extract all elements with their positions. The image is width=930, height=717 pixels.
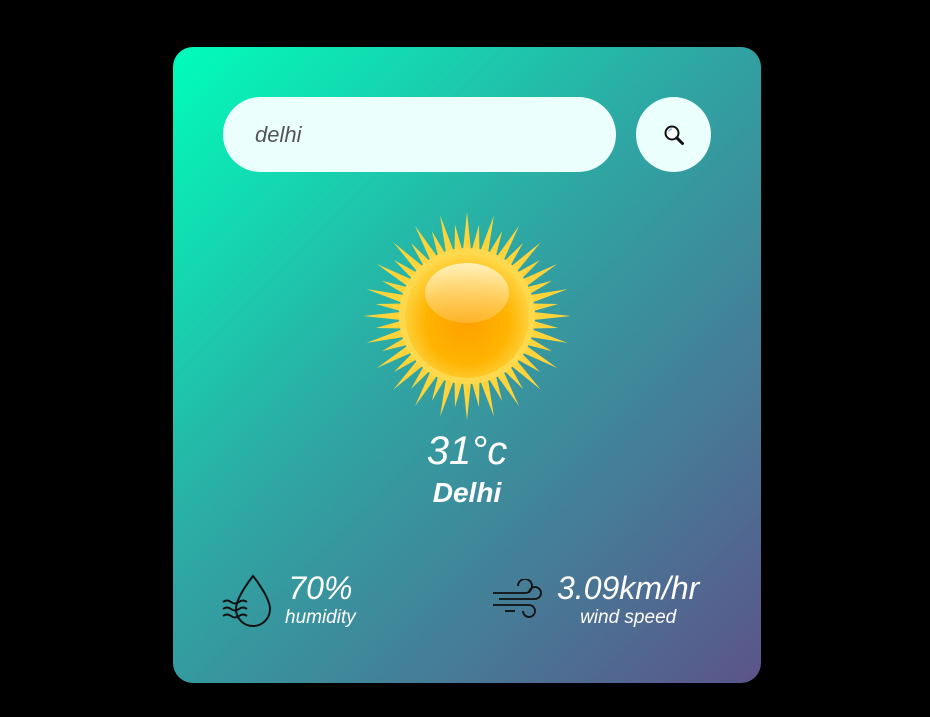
- wind-value: 3.09km/hr: [557, 570, 700, 606]
- humidity-value: 70%: [288, 570, 353, 606]
- humidity-icon: [222, 574, 272, 627]
- wind-detail: 3.09km/hr wind speed: [491, 569, 699, 629]
- temperature-value: 31°c: [426, 429, 508, 473]
- humidity-detail: 70% humidity: [221, 569, 356, 629]
- search-input[interactable]: [223, 97, 616, 172]
- sun-icon: [363, 212, 571, 420]
- search-icon: [664, 125, 684, 145]
- wind-label: wind speed: [580, 607, 677, 628]
- search-button[interactable]: [636, 97, 711, 172]
- city-name: Delhi: [432, 477, 502, 508]
- weather-card: 31°c Delhi 70% humidity 3.09km/hr wind s…: [173, 47, 761, 683]
- humidity-label: humidity: [285, 607, 356, 628]
- wind-icon: [493, 579, 542, 618]
